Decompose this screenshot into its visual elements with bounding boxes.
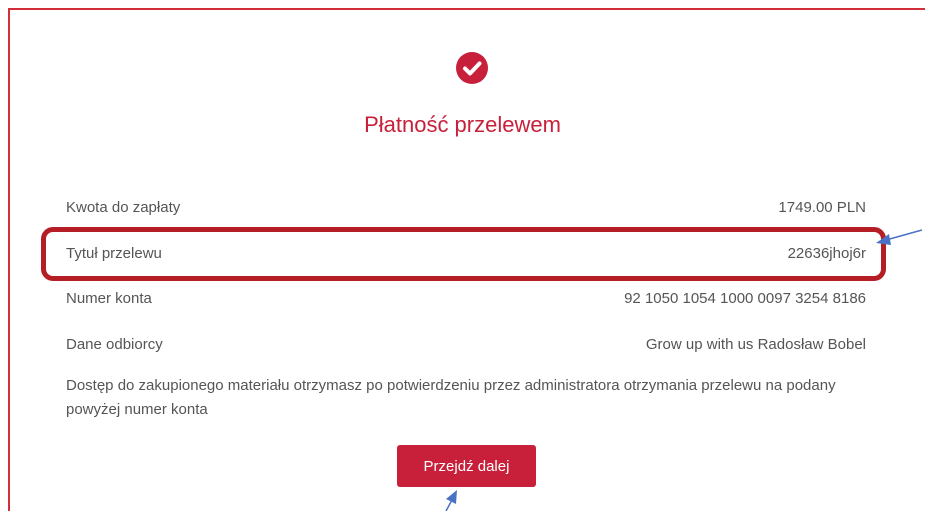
annotation-arrow-icon (445, 490, 457, 511)
annotation-arrows (445, 229, 923, 511)
annotation-arrow-icon (876, 229, 923, 245)
